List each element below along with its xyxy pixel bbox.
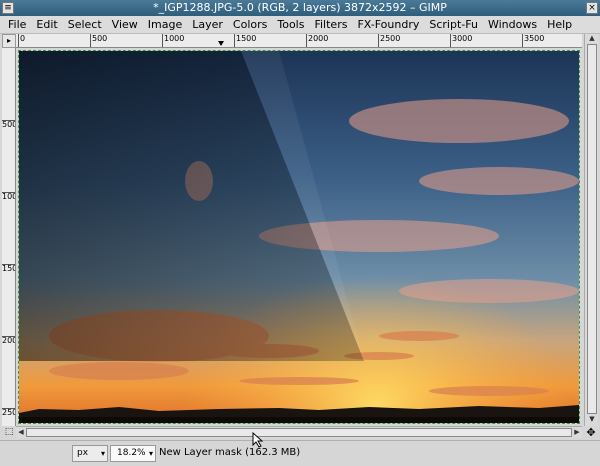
- status-message: New Layer mask (162.3 MB): [159, 447, 301, 458]
- canvas-area[interactable]: [16, 48, 582, 426]
- vertical-scrollbar[interactable]: ▲ ▼: [584, 34, 598, 426]
- window-title: *_IGP1288.JPG-5.0 (RGB, 2 layers) 3872x2…: [153, 1, 447, 14]
- image-canvas[interactable]: [18, 50, 580, 424]
- menu-file[interactable]: File: [3, 16, 31, 34]
- scroll-right-icon[interactable]: ▶: [572, 428, 582, 438]
- title-bar: ≡ *_IGP1288.JPG-5.0 (RGB, 2 layers) 3872…: [0, 0, 600, 16]
- zoom-value: 18.2%: [117, 448, 146, 458]
- menu-colors[interactable]: Colors: [228, 16, 272, 34]
- scroll-down-icon[interactable]: ▼: [587, 415, 597, 425]
- vertical-scroll-thumb[interactable]: [587, 44, 597, 414]
- menu-image[interactable]: Image: [143, 16, 187, 34]
- scroll-up-icon[interactable]: ▲: [587, 34, 597, 44]
- ruler-tick-label: 1000: [2, 192, 15, 201]
- ruler-tick-label: 500: [90, 34, 107, 47]
- menu-select[interactable]: Select: [63, 16, 107, 34]
- ruler-tick-label: 0: [18, 34, 25, 47]
- menu-help[interactable]: Help: [542, 16, 577, 34]
- ruler-tick-label: 2500: [2, 408, 15, 417]
- ruler-tick-label: 2000: [306, 34, 328, 47]
- menu-fx-foundry[interactable]: FX-Foundry: [352, 16, 424, 34]
- ruler-tick-label: 3000: [450, 34, 472, 47]
- horizontal-ruler[interactable]: 0 500 1000 1500 2000 2500 3000 3500: [16, 34, 582, 48]
- chevron-down-icon: ▾: [148, 449, 153, 458]
- menu-windows[interactable]: Windows: [483, 16, 542, 34]
- quick-mask-icon[interactable]: ⬚: [3, 427, 15, 439]
- unit-value: px: [77, 448, 89, 458]
- vertical-ruler[interactable]: 500 1000 1500 2000 2500: [2, 48, 16, 426]
- horizontal-scroll-thumb[interactable]: [26, 428, 572, 437]
- ruler-tick-label: 2500: [378, 34, 400, 47]
- close-icon[interactable]: ×: [586, 2, 598, 14]
- pointer-position-marker: [218, 41, 224, 46]
- ruler-corner-button[interactable]: ▸: [2, 34, 16, 48]
- menu-bar: File Edit Select View Image Layer Colors…: [0, 16, 600, 34]
- menu-script-fu[interactable]: Script-Fu: [424, 16, 483, 34]
- chevron-down-icon: ▾: [100, 449, 105, 458]
- zoom-select[interactable]: 18.2% ▾: [110, 445, 156, 462]
- ruler-tick-label: 3500: [522, 34, 544, 47]
- scroll-left-icon[interactable]: ◀: [16, 428, 26, 438]
- navigate-icon[interactable]: ✥: [585, 427, 597, 439]
- sunset-image: [19, 51, 579, 423]
- ruler-tick-label: 500: [2, 120, 16, 129]
- ruler-tick-label: 2000: [2, 336, 15, 345]
- menu-filters[interactable]: Filters: [309, 16, 352, 34]
- status-bar: px ▾ 18.2% ▾ New Layer mask (162.3 MB): [0, 440, 600, 466]
- menu-tools[interactable]: Tools: [272, 16, 309, 34]
- horizontal-scrollbar[interactable]: ◀ ▶: [16, 426, 582, 438]
- menu-view[interactable]: View: [107, 16, 143, 34]
- ruler-tick-label: 1500: [2, 264, 15, 273]
- ruler-tick-label: 1000: [162, 34, 184, 47]
- menu-layer[interactable]: Layer: [187, 16, 228, 34]
- mouse-cursor-icon: [252, 432, 264, 448]
- menu-edit[interactable]: Edit: [31, 16, 62, 34]
- ruler-tick-label: 1500: [234, 34, 256, 47]
- unit-select[interactable]: px ▾: [72, 445, 108, 462]
